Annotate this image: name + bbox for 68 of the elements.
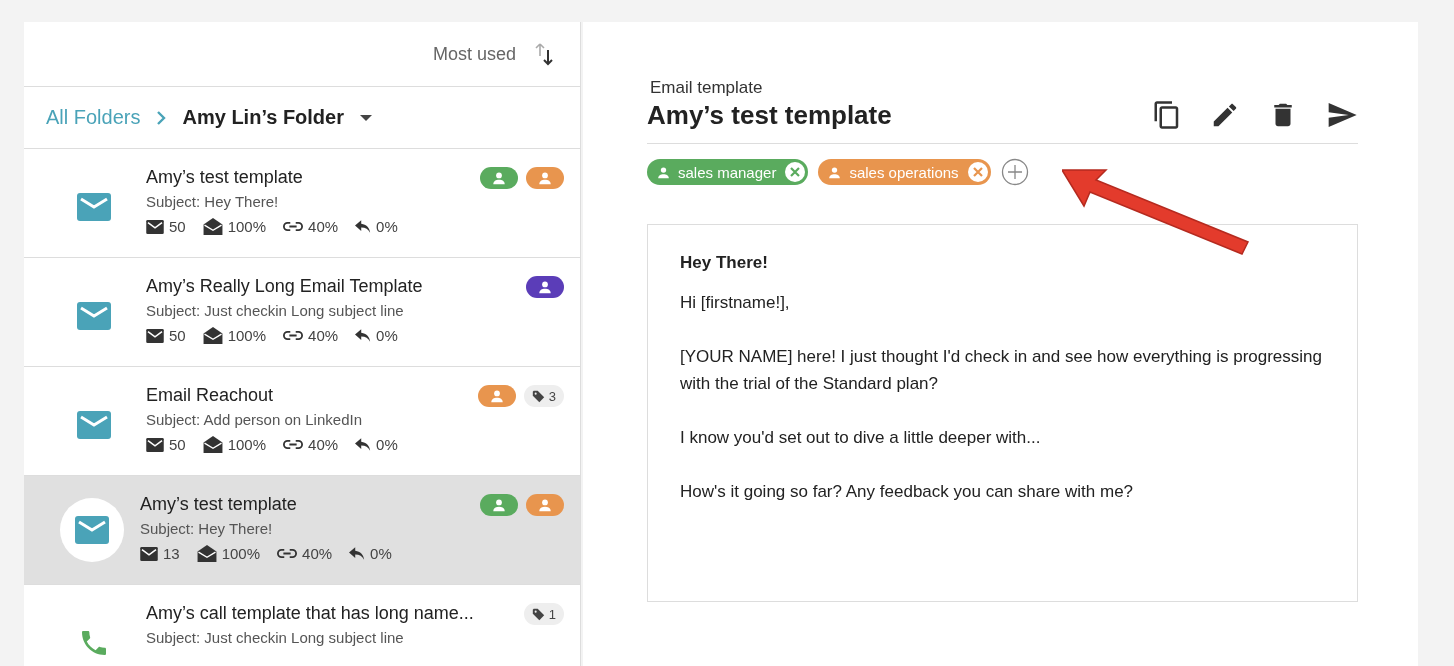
template-item[interactable]: Amy’s call template that has long name... 1 Subject: Just checkin Long subject line — [24, 585, 580, 666]
envelope-icon — [77, 411, 111, 439]
email-paragraph: I know you'd set out to dive a little deeper with... — [680, 427, 1042, 449]
caret-icon[interactable] — [360, 114, 372, 121]
template-title: Amy’s test template — [146, 167, 303, 188]
open-envelope-icon — [196, 545, 217, 562]
open-rate: 100% — [221, 545, 261, 562]
sort-label[interactable]: Most used — [432, 43, 516, 65]
sent-count: 13 — [163, 545, 180, 562]
template-item[interactable]: Amy’s test template Subject: Hey There! 50 100% 40% 0% — [24, 149, 580, 258]
reply-rate: 0% — [370, 545, 392, 562]
envelope-icon — [146, 328, 164, 343]
template-item[interactable]: Amy’s Really Long Email Template Subject: Just checkin Long subject line 50 100% 40% 0% — [24, 258, 580, 367]
reply-icon — [349, 547, 366, 560]
template-title: Amy’s call template that has long name... — [146, 603, 474, 624]
sent-count: 50 — [169, 436, 186, 453]
open-rate: 100% — [227, 436, 267, 453]
reply-rate: 0% — [376, 436, 398, 453]
envelope-icon — [146, 219, 164, 234]
click-rate: 40% — [308, 327, 339, 344]
envelope-icon — [77, 193, 111, 221]
person-icon — [657, 165, 670, 179]
template-title: Amy’s test template — [140, 494, 297, 515]
click-rate: 40% — [308, 436, 339, 453]
remove-icon[interactable] — [784, 161, 807, 183]
tag-count-badge: 3 — [523, 385, 564, 407]
envelope-icon — [146, 437, 164, 452]
envelope-icon — [77, 302, 111, 330]
email-paragraph: [YOUR NAME] here! I just thought I'd check in and see how everything is progressing with the trial of the Standard plan? — [680, 346, 1323, 395]
template-subject: Subject: Add person on LinkedIn — [146, 411, 363, 428]
link-icon — [283, 330, 304, 341]
template-title: Amy’s Really Long Email Template — [146, 276, 423, 297]
chevron-right-icon — [156, 109, 167, 126]
open-rate: 100% — [227, 327, 267, 344]
link-icon — [283, 221, 304, 232]
email-paragraph: How's it going so far? Any feedback you can share with me? — [680, 481, 1135, 503]
template-title: Amy’s test template — [647, 100, 892, 131]
sort-icon[interactable] — [534, 42, 554, 66]
link-icon — [277, 548, 298, 559]
template-subject: Subject: Just checkin Long subject line — [146, 302, 405, 319]
template-type-label: Email template — [650, 78, 764, 98]
email-paragraph: Hi [firstname!], — [680, 292, 791, 314]
tag-count-badge: 1 — [523, 603, 564, 625]
reply-icon — [355, 438, 372, 451]
reply-rate: 0% — [376, 327, 398, 344]
reply-rate: 0% — [376, 218, 398, 235]
template-subject: Subject: Hey There! — [146, 193, 280, 210]
sent-count: 50 — [169, 218, 186, 235]
email-subject: Hey There! — [680, 253, 769, 273]
template-item[interactable]: Amy’s test template Subject: Hey There! 13 100% 40% 0% — [24, 476, 580, 585]
click-rate: 40% — [302, 545, 333, 562]
folder-title[interactable]: Amy Lin’s Folder — [182, 106, 344, 129]
template-subject: Subject: Hey There! — [140, 520, 274, 537]
sent-count: 50 — [169, 327, 186, 344]
reply-icon — [355, 329, 372, 342]
template-subject: Subject: Just checkin Long subject line — [146, 629, 405, 646]
envelope-icon — [140, 546, 158, 561]
person-icon — [828, 165, 842, 179]
open-envelope-icon — [202, 218, 223, 235]
envelope-icon — [75, 516, 109, 544]
open-envelope-icon — [202, 327, 223, 344]
open-envelope-icon — [202, 436, 223, 453]
add-icon[interactable] — [1000, 158, 1029, 186]
reply-icon — [355, 220, 372, 233]
click-rate: 40% — [308, 218, 339, 235]
link-icon — [283, 439, 304, 450]
template-title: Email Reachout — [146, 385, 274, 406]
open-rate: 100% — [227, 218, 267, 235]
